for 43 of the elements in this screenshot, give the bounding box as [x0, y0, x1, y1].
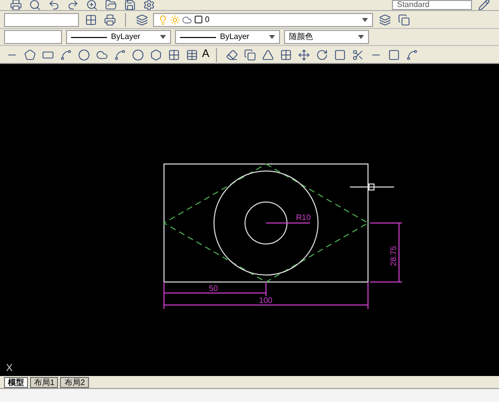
- radius-dimension: R10: [296, 213, 311, 222]
- linetype-dropdown[interactable]: ByLayer: [66, 30, 171, 44]
- height-dimension: 28.75: [389, 246, 398, 266]
- text-tool[interactable]: A: [202, 49, 210, 60]
- color-swatch-icon: [194, 15, 203, 24]
- table-icon[interactable]: [184, 47, 199, 62]
- caret-icon: [160, 35, 166, 39]
- crosshair-cursor: [350, 184, 394, 190]
- caret-icon: [358, 35, 364, 39]
- layers-icon[interactable]: [134, 12, 149, 27]
- radius-leader-line: [266, 222, 310, 224]
- rotate-icon[interactable]: [314, 47, 330, 62]
- layer-state-icon[interactable]: [377, 12, 392, 27]
- lightbulb-icon: [158, 14, 168, 24]
- line-sample-icon: [180, 36, 216, 38]
- height-dimension-line: [370, 222, 402, 282]
- circle-icon[interactable]: [76, 47, 91, 62]
- plotter-icon[interactable]: [102, 12, 117, 27]
- line-sample-icon: [71, 36, 107, 38]
- caret-icon: [362, 18, 368, 22]
- copy-icon[interactable]: [242, 47, 258, 62]
- layout-tab[interactable]: 模型: [4, 377, 28, 388]
- sun-icon: [170, 14, 180, 24]
- half-width-dimension: 50: [209, 284, 218, 293]
- array-icon[interactable]: [278, 47, 294, 62]
- text-style-dropdown[interactable]: Standard: [392, 0, 472, 10]
- plot-style-dropdown[interactable]: 随颜色: [284, 30, 369, 44]
- caret-icon: [269, 35, 275, 39]
- layer-dropdown[interactable]: 0: [153, 12, 373, 26]
- layout-tab[interactable]: 布局1: [30, 377, 58, 388]
- move-icon[interactable]: [296, 47, 312, 62]
- lineweight-dropdown[interactable]: ByLayer: [175, 30, 280, 44]
- arc-icon[interactable]: [58, 47, 73, 62]
- width-dimension: 100: [259, 296, 272, 305]
- trim-icon[interactable]: [350, 47, 366, 62]
- layer-name: 0: [205, 16, 210, 24]
- cloud-icon: [182, 14, 192, 24]
- ucs-axis-label: X: [6, 364, 13, 374]
- polygon-icon[interactable]: [22, 47, 37, 62]
- color-dropdown[interactable]: [4, 30, 62, 44]
- layout-tab[interactable]: 布局2: [60, 377, 89, 388]
- erase-icon[interactable]: [224, 47, 240, 62]
- grid-icon[interactable]: [83, 12, 98, 27]
